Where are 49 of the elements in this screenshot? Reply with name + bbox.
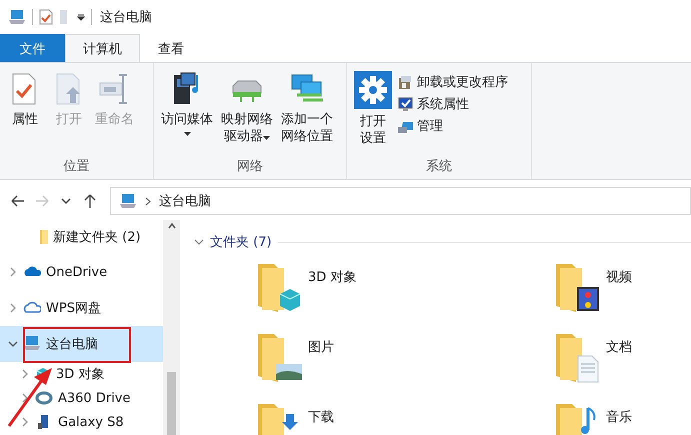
group-label: 网络 [236, 158, 264, 176]
breadcrumb[interactable]: 这台电脑 [159, 192, 211, 210]
scroll-thumb[interactable] [167, 372, 176, 435]
computer-icon [23, 335, 41, 353]
folder-item[interactable]: 3D 对象 [258, 262, 556, 314]
nav-item[interactable]: 新建文件夹 (2) [0, 220, 163, 254]
ribbon-button[interactable]: 添加一个 网络位置 [278, 71, 336, 157]
up-icon[interactable] [82, 193, 98, 209]
nav-item[interactable]: WPS网盘 [0, 290, 163, 326]
ribbon-button[interactable]: 映射网络 驱动器 [218, 71, 276, 157]
ribbon-link[interactable]: 管理 [397, 117, 508, 135]
ribbon-button[interactable]: 属性 [4, 71, 46, 157]
file-menu-tab[interactable]: 文件 [0, 34, 65, 62]
address-bar[interactable]: 这台电脑 [110, 187, 691, 215]
group-label: 位置 [62, 158, 90, 176]
nav-item[interactable]: Galaxy S8 [0, 410, 163, 434]
chevron-right-icon [20, 369, 30, 379]
nav-item[interactable]: 这台电脑 [0, 326, 163, 362]
chevron-down-icon [8, 339, 18, 349]
folder-item[interactable]: 下载 [258, 402, 556, 435]
monitor-check-icon [397, 96, 414, 112]
scrollbar[interactable] [163, 220, 180, 435]
ribbon-link[interactable]: 卸载或更改程序 [397, 73, 508, 91]
properties-icon [39, 9, 53, 25]
window-title: 这台电脑 [100, 9, 152, 26]
chevron-right-icon [145, 196, 151, 206]
nav-item[interactable]: A360 Drive [0, 386, 163, 410]
folder-item[interactable]: 视频 [556, 262, 691, 314]
ring-icon [35, 389, 53, 407]
computer-icon [8, 9, 26, 25]
caret-icon [77, 13, 85, 21]
nav-item[interactable]: OneDrive [0, 254, 163, 290]
settings-icon [354, 71, 392, 109]
chevron-right-icon [8, 303, 18, 313]
ribbon-tab[interactable]: 计算机 [65, 34, 140, 62]
folder-item[interactable]: 文档 [556, 332, 691, 384]
chevron-right-icon [8, 267, 18, 277]
folder-item[interactable]: 图片 [258, 332, 556, 384]
computer-icon [119, 193, 137, 209]
chevron-right-icon [20, 393, 30, 403]
group-label: 系统 [425, 158, 453, 176]
folder-item[interactable]: 音乐 [556, 402, 691, 435]
ribbon-link[interactable]: 系统属性 [397, 95, 508, 113]
chevron-right-icon [20, 417, 30, 427]
program-box-icon [397, 74, 414, 90]
ribbon-button[interactable]: 访问媒体 [158, 71, 216, 157]
back-icon[interactable] [10, 193, 26, 209]
group-header[interactable]: 文件夹 (7) [210, 233, 272, 251]
ribbon-button[interactable]: 打开 设置 [351, 71, 395, 157]
